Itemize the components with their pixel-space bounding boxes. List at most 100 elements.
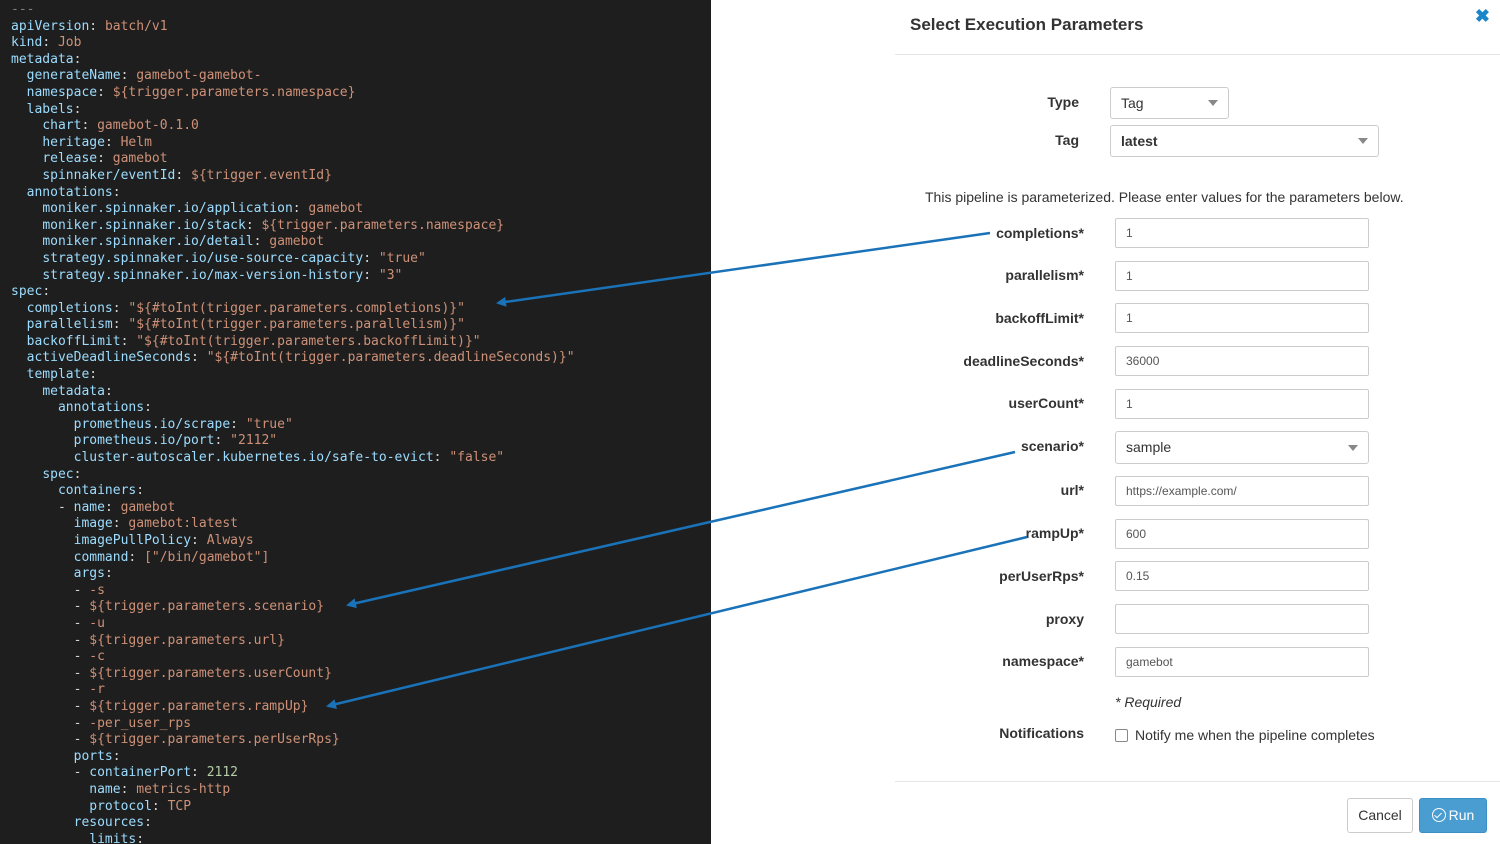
- code-line: moniker.spinnaker.io/detail: gamebot: [11, 234, 575, 251]
- code-line: metadata:: [11, 52, 575, 69]
- code-token: :: [191, 765, 207, 781]
- code-line: spec:: [11, 284, 575, 301]
- code-token: imagePullPolicy: [73, 533, 192, 548]
- code-line: - name: gamebot: [11, 500, 575, 517]
- code-token: -: [73, 632, 90, 648]
- code-token: Always: [206, 533, 254, 548]
- cancel-button[interactable]: Cancel: [1347, 798, 1413, 833]
- tag-select-value: latest: [1121, 133, 1158, 149]
- code-line: template:: [11, 367, 575, 384]
- code-token: metadata: [11, 51, 74, 67]
- run-button[interactable]: Run: [1419, 798, 1487, 833]
- code-token: ${trigger.parameters.scenario}: [89, 599, 325, 615]
- code-token: -: [73, 698, 90, 714]
- param-input-parallelism[interactable]: 1: [1115, 261, 1369, 291]
- code-line: kind: Job: [11, 35, 575, 52]
- code-token: :: [73, 101, 82, 117]
- code-token: -: [73, 732, 90, 748]
- code-token: :: [112, 184, 121, 200]
- code-token: command: [73, 549, 129, 565]
- param-input-deadlineseconds[interactable]: 36000: [1115, 346, 1369, 376]
- code-token: -u: [89, 615, 105, 631]
- param-input-proxy[interactable]: [1115, 604, 1369, 634]
- code-line: annotations:: [11, 400, 575, 417]
- code-line: metadata:: [11, 384, 575, 401]
- notify-checkbox[interactable]: [1115, 729, 1128, 742]
- parameters-intro: This pipeline is parameterized. Please e…: [925, 189, 1404, 205]
- code-token: ${trigger.parameters.url}: [89, 632, 285, 648]
- code-line: moniker.spinnaker.io/application: gamebo…: [11, 201, 575, 218]
- code-token: -: [73, 765, 90, 781]
- code-token: ${trigger.eventId}: [191, 167, 332, 183]
- param-input-peruserrps[interactable]: 0.15: [1115, 561, 1369, 591]
- code-token: image: [73, 516, 113, 532]
- param-input-backofflimit[interactable]: 1: [1115, 303, 1369, 333]
- type-select-value: Tag: [1121, 95, 1144, 111]
- code-token: "${#toInt(trigger.parameters.parallelism…: [128, 317, 465, 333]
- code-token: ${trigger.parameters.namespace}: [112, 84, 356, 100]
- param-input-completions[interactable]: 1: [1115, 218, 1369, 248]
- code-line: chart: gamebot-0.1.0: [11, 118, 575, 135]
- code-lines: --- apiVersion: batch/v1 kind: Job metadata…: [11, 2, 575, 844]
- param-input-usercount[interactable]: 1: [1115, 389, 1369, 419]
- code-token: :: [42, 35, 58, 51]
- code-token: Helm: [120, 134, 152, 150]
- code-token: ${trigger.parameters.perUserRps}: [89, 732, 340, 748]
- code-token: "3": [378, 267, 403, 283]
- code-token: :: [97, 151, 113, 167]
- code-token: :: [97, 84, 113, 100]
- code-token: -: [73, 615, 90, 631]
- close-icon[interactable]: ✖: [1475, 6, 1490, 27]
- code-token: gamebot:latest: [128, 516, 238, 532]
- code-line: labels:: [11, 102, 575, 119]
- code-line: generateName: gamebot-gamebot-: [11, 68, 575, 85]
- code-token: :: [104, 499, 121, 515]
- code-token: -per_user_rps: [89, 715, 192, 731]
- param-input-namespace[interactable]: gamebot: [1115, 647, 1369, 677]
- type-select[interactable]: Tag: [1110, 87, 1229, 119]
- code-token: metrics-http: [136, 781, 231, 797]
- code-token: -: [73, 715, 90, 731]
- code-line: limits:: [11, 832, 575, 844]
- param-input-rampup[interactable]: 600: [1115, 519, 1369, 549]
- notify-checkbox-label[interactable]: Notify me when the pipeline completes: [1135, 727, 1375, 743]
- code-token: "true": [378, 250, 426, 266]
- code-token: :: [144, 400, 152, 416]
- code-line: - ${trigger.parameters.userCount}: [11, 666, 575, 683]
- code-line: backoffLimit: "${#toInt(trigger.paramete…: [11, 334, 575, 351]
- code-line: spec:: [11, 467, 575, 484]
- scenario-select-value: sample: [1126, 439, 1172, 455]
- type-label: Type: [1047, 94, 1079, 110]
- code-token: :: [144, 815, 152, 831]
- yaml-code-panel: --- apiVersion: batch/v1 kind: Job metadata…: [0, 0, 711, 844]
- tag-select[interactable]: latest: [1110, 125, 1379, 157]
- modal-header: Select Execution Parameters ✖: [895, 0, 1500, 55]
- code-line: resources:: [11, 815, 575, 832]
- code-token: gamebot: [308, 201, 364, 217]
- code-token: :: [89, 18, 105, 34]
- param-input-url[interactable]: https://example.com/: [1115, 476, 1369, 506]
- code-token: gamebot: [269, 234, 325, 250]
- chevron-down-icon: [1348, 444, 1358, 451]
- chevron-down-icon: [1208, 100, 1218, 106]
- param-select-scenario[interactable]: sample: [1115, 431, 1369, 464]
- param-label-proxy: proxy: [1045, 611, 1084, 627]
- code-token: generateName: [26, 68, 121, 84]
